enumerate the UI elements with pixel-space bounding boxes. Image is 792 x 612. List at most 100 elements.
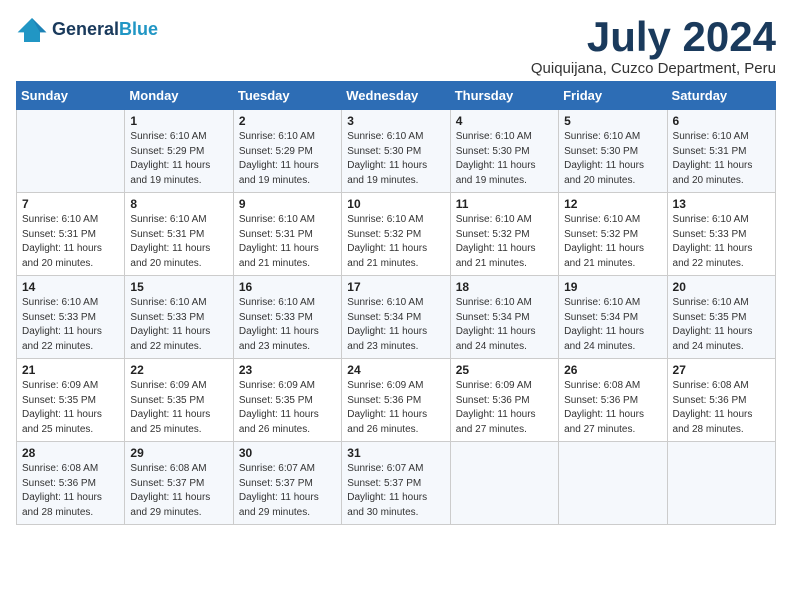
calendar-cell: 2 Sunrise: 6:10 AMSunset: 5:29 PMDaylight… xyxy=(233,110,341,193)
day-number: 14 xyxy=(22,280,119,294)
day-info: Sunrise: 6:10 AMSunset: 5:33 PMDaylight:… xyxy=(239,296,336,354)
calendar-cell: 4 Sunrise: 6:10 AMSunset: 5:30 PMDaylight… xyxy=(450,110,558,193)
day-info: Sunrise: 6:10 AMSunset: 5:30 PMDaylight:… xyxy=(456,130,553,188)
day-number: 30 xyxy=(239,446,336,460)
day-info: Sunrise: 6:10 AMSunset: 5:34 PMDaylight:… xyxy=(347,296,444,354)
day-number: 7 xyxy=(22,197,119,211)
day-number: 28 xyxy=(22,446,119,460)
calendar-cell: 23 Sunrise: 6:09 AMSunset: 5:35 PMDayligh… xyxy=(233,359,341,442)
day-info: Sunrise: 6:10 AMSunset: 5:34 PMDaylight:… xyxy=(456,296,553,354)
day-number: 18 xyxy=(456,280,553,294)
day-info: Sunrise: 6:09 AMSunset: 5:36 PMDaylight:… xyxy=(347,379,444,437)
day-info: Sunrise: 6:10 AMSunset: 5:32 PMDaylight:… xyxy=(564,213,661,271)
calendar-cell: 31 Sunrise: 6:07 AMSunset: 5:37 PMDayligh… xyxy=(342,442,450,525)
day-number: 2 xyxy=(239,114,336,128)
day-info: Sunrise: 6:10 AMSunset: 5:31 PMDaylight:… xyxy=(673,130,770,188)
day-number: 19 xyxy=(564,280,661,294)
calendar-cell: 17 Sunrise: 6:10 AMSunset: 5:34 PMDayligh… xyxy=(342,276,450,359)
calendar-cell xyxy=(450,442,558,525)
day-info: Sunrise: 6:10 AMSunset: 5:33 PMDaylight:… xyxy=(130,296,227,354)
day-number: 8 xyxy=(130,197,227,211)
day-info: Sunrise: 6:10 AMSunset: 5:31 PMDaylight:… xyxy=(22,213,119,271)
calendar-cell: 19 Sunrise: 6:10 AMSunset: 5:34 PMDayligh… xyxy=(559,276,667,359)
calendar-cell: 3Sunrise: 6:10 AMSunset: 5:30 PMDaylight… xyxy=(342,110,450,193)
calendar-cell: 22 Sunrise: 6:09 AMSunset: 5:35 PMDayligh… xyxy=(125,359,233,442)
day-number: 31 xyxy=(347,446,444,460)
calendar-week-row: 7 Sunrise: 6:10 AMSunset: 5:31 PMDaylight… xyxy=(17,193,776,276)
calendar-cell xyxy=(667,442,775,525)
weekday-header-friday: Friday xyxy=(559,82,667,110)
calendar-cell: 16Sunrise: 6:10 AMSunset: 5:33 PMDayligh… xyxy=(233,276,341,359)
day-info: Sunrise: 6:10 AMSunset: 5:30 PMDaylight:… xyxy=(347,130,444,188)
day-number: 5 xyxy=(564,114,661,128)
day-info: Sunrise: 6:10 AMSunset: 5:29 PMDaylight:… xyxy=(239,130,336,188)
calendar-cell: 27Sunrise: 6:08 AMSunset: 5:36 PMDayligh… xyxy=(667,359,775,442)
weekday-header-saturday: Saturday xyxy=(667,82,775,110)
day-number: 10 xyxy=(347,197,444,211)
day-info: Sunrise: 6:09 AMSunset: 5:35 PMDaylight:… xyxy=(239,379,336,437)
day-number: 9 xyxy=(239,197,336,211)
calendar-week-row: 21 Sunrise: 6:09 AMSunset: 5:35 PMDayligh… xyxy=(17,359,776,442)
calendar-cell: 15 Sunrise: 6:10 AMSunset: 5:33 PMDayligh… xyxy=(125,276,233,359)
day-number: 23 xyxy=(239,363,336,377)
day-number: 15 xyxy=(130,280,227,294)
day-number: 22 xyxy=(130,363,227,377)
day-info: Sunrise: 6:09 AMSunset: 5:36 PMDaylight:… xyxy=(456,379,553,437)
day-info: Sunrise: 6:07 AMSunset: 5:37 PMDaylight:… xyxy=(347,462,444,520)
calendar-cell: 11 Sunrise: 6:10 AMSunset: 5:32 PMDayligh… xyxy=(450,193,558,276)
day-number: 29 xyxy=(130,446,227,460)
day-info: Sunrise: 6:10 AMSunset: 5:33 PMDaylight:… xyxy=(22,296,119,354)
calendar-cell: 10 Sunrise: 6:10 AMSunset: 5:32 PMDayligh… xyxy=(342,193,450,276)
day-info: Sunrise: 6:09 AMSunset: 5:35 PMDaylight:… xyxy=(130,379,227,437)
weekday-header-tuesday: Tuesday xyxy=(233,82,341,110)
title-block: July 2024 Quiquijana, Cuzco Department, … xyxy=(531,16,776,77)
day-number: 11 xyxy=(456,197,553,211)
day-info: Sunrise: 6:10 AMSunset: 5:34 PMDaylight:… xyxy=(564,296,661,354)
day-number: 21 xyxy=(22,363,119,377)
day-info: Sunrise: 6:10 AMSunset: 5:29 PMDaylight:… xyxy=(130,130,227,188)
day-info: Sunrise: 6:09 AMSunset: 5:35 PMDaylight:… xyxy=(22,379,119,437)
calendar-week-row: 28 Sunrise: 6:08 AMSunset: 5:36 PMDayligh… xyxy=(17,442,776,525)
weekday-header-monday: Monday xyxy=(125,82,233,110)
calendar-cell xyxy=(17,110,125,193)
day-info: Sunrise: 6:10 AMSunset: 5:35 PMDaylight:… xyxy=(673,296,770,354)
day-number: 25 xyxy=(456,363,553,377)
day-info: Sunrise: 6:10 AMSunset: 5:31 PMDaylight:… xyxy=(239,213,336,271)
calendar-cell: 13Sunrise: 6:10 AMSunset: 5:33 PMDayligh… xyxy=(667,193,775,276)
day-info: Sunrise: 6:10 AMSunset: 5:32 PMDaylight:… xyxy=(347,213,444,271)
day-info: Sunrise: 6:07 AMSunset: 5:37 PMDaylight:… xyxy=(239,462,336,520)
day-info: Sunrise: 6:08 AMSunset: 5:36 PMDaylight:… xyxy=(564,379,661,437)
calendar-cell: 12 Sunrise: 6:10 AMSunset: 5:32 PMDayligh… xyxy=(559,193,667,276)
page-header: GeneralBlue July 2024 Quiquijana, Cuzco … xyxy=(16,16,776,77)
day-info: Sunrise: 6:10 AMSunset: 5:30 PMDaylight:… xyxy=(564,130,661,188)
calendar-cell: 28 Sunrise: 6:08 AMSunset: 5:36 PMDayligh… xyxy=(17,442,125,525)
calendar-table: SundayMondayTuesdayWednesdayThursdayFrid… xyxy=(16,81,776,525)
day-number: 6 xyxy=(673,114,770,128)
day-info: Sunrise: 6:10 AMSunset: 5:33 PMDaylight:… xyxy=(673,213,770,271)
day-number: 4 xyxy=(456,114,553,128)
calendar-cell: 25 Sunrise: 6:09 AMSunset: 5:36 PMDayligh… xyxy=(450,359,558,442)
calendar-cell: 20 Sunrise: 6:10 AMSunset: 5:35 PMDayligh… xyxy=(667,276,775,359)
day-info: Sunrise: 6:08 AMSunset: 5:36 PMDaylight:… xyxy=(673,379,770,437)
calendar-cell: 30 Sunrise: 6:07 AMSunset: 5:37 PMDayligh… xyxy=(233,442,341,525)
day-number: 20 xyxy=(673,280,770,294)
weekday-header-row: SundayMondayTuesdayWednesdayThursdayFrid… xyxy=(17,82,776,110)
calendar-cell: 1 Sunrise: 6:10 AMSunset: 5:29 PMDaylight… xyxy=(125,110,233,193)
day-info: Sunrise: 6:08 AMSunset: 5:36 PMDaylight:… xyxy=(22,462,119,520)
calendar-cell: 7 Sunrise: 6:10 AMSunset: 5:31 PMDaylight… xyxy=(17,193,125,276)
calendar-cell: 6 Sunrise: 6:10 AMSunset: 5:31 PMDaylight… xyxy=(667,110,775,193)
calendar-cell: 24Sunrise: 6:09 AMSunset: 5:36 PMDayligh… xyxy=(342,359,450,442)
calendar-cell xyxy=(559,442,667,525)
calendar-cell: 18 Sunrise: 6:10 AMSunset: 5:34 PMDayligh… xyxy=(450,276,558,359)
logo-icon xyxy=(16,16,48,44)
location: Quiquijana, Cuzco Department, Peru xyxy=(531,60,776,77)
day-info: Sunrise: 6:10 AMSunset: 5:32 PMDaylight:… xyxy=(456,213,553,271)
day-number: 12 xyxy=(564,197,661,211)
weekday-header-thursday: Thursday xyxy=(450,82,558,110)
day-info: Sunrise: 6:08 AMSunset: 5:37 PMDaylight:… xyxy=(130,462,227,520)
day-number: 1 xyxy=(130,114,227,128)
calendar-cell: 29 Sunrise: 6:08 AMSunset: 5:37 PMDayligh… xyxy=(125,442,233,525)
calendar-cell: 8Sunrise: 6:10 AMSunset: 5:31 PMDaylight… xyxy=(125,193,233,276)
weekday-header-wednesday: Wednesday xyxy=(342,82,450,110)
day-number: 17 xyxy=(347,280,444,294)
